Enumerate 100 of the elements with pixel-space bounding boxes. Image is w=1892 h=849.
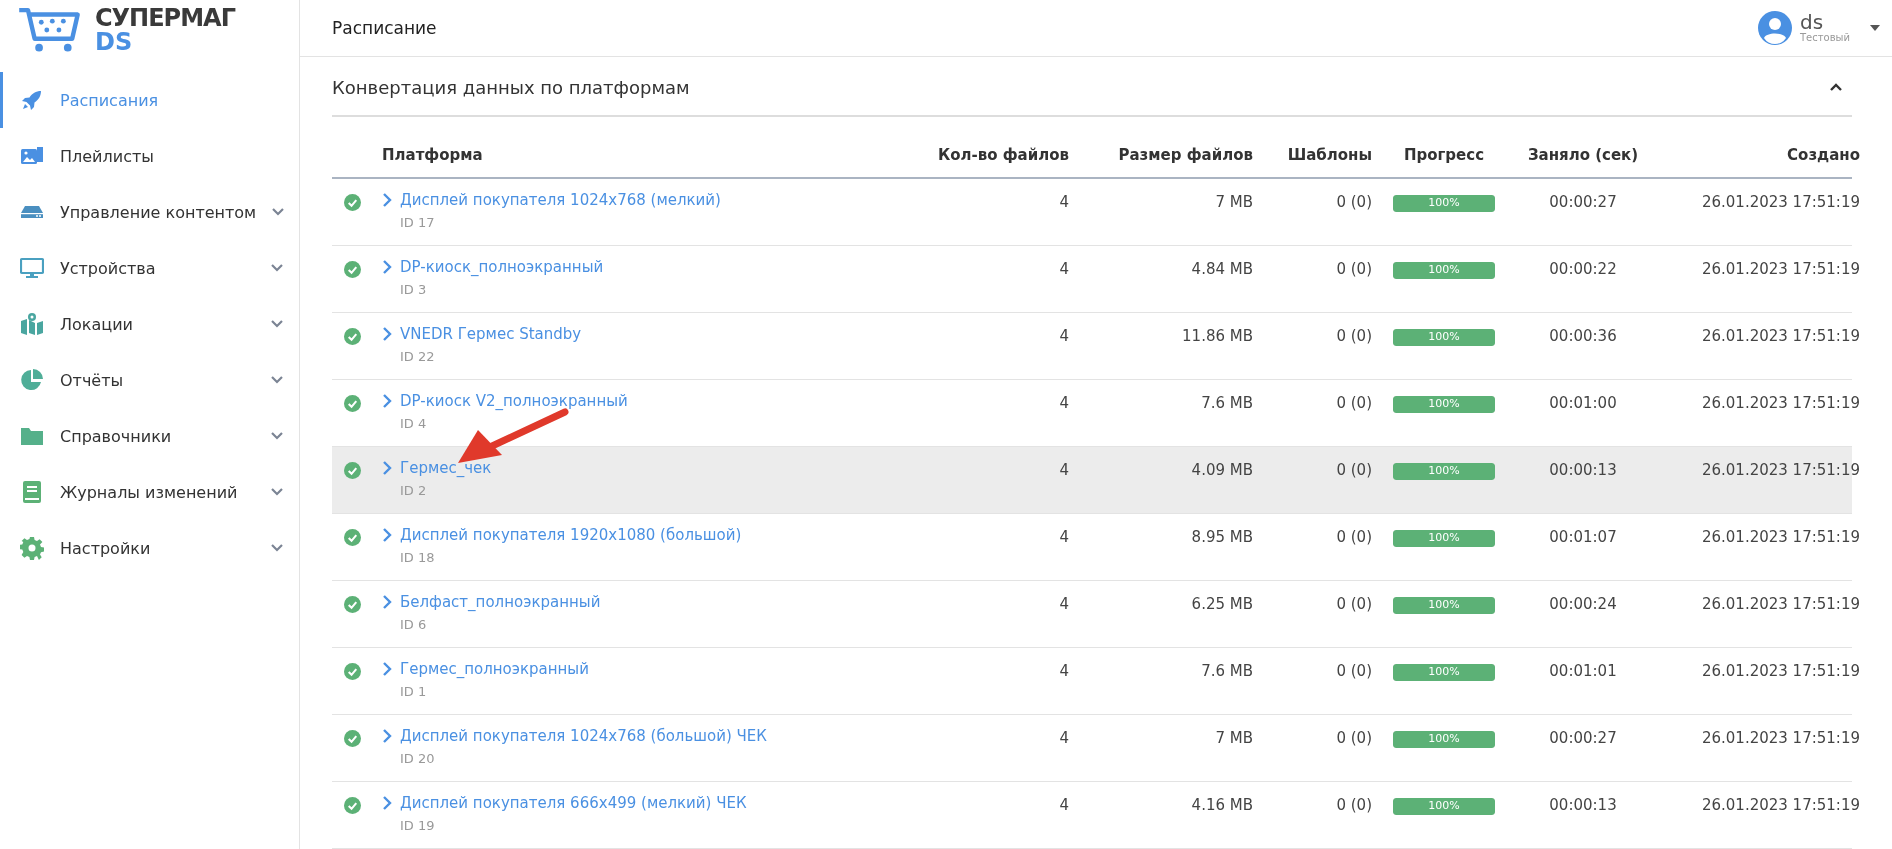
check-circle-icon (344, 797, 361, 814)
page-title: Расписание (332, 18, 438, 38)
chevron-right-icon[interactable] (382, 193, 392, 207)
progress-label: 100% (1427, 531, 1461, 544)
progress-label: 100% (1427, 799, 1461, 812)
platform-id: ID 6 (399, 617, 428, 632)
sidebar-item[interactable]: Управление контентом (0, 184, 299, 240)
platform-id: ID 18 (399, 550, 436, 565)
chevron-down-icon (271, 432, 283, 440)
table-cell-text: 26.01.2023 17:51:19 (1700, 594, 1860, 613)
table-cell-text: 0 (0) (1335, 393, 1372, 412)
progress-label: 100% (1427, 196, 1461, 209)
chevron-down-icon (271, 544, 283, 552)
sidebar-item[interactable]: Журналы изменений (0, 464, 299, 520)
column-header: Размер файлов (1117, 146, 1253, 164)
sidebar-item[interactable]: Справочники (0, 408, 299, 464)
table-cell-text: 4 (1058, 326, 1069, 345)
progress-label: 100% (1427, 665, 1461, 678)
progress-label: 100% (1427, 598, 1461, 611)
user-role: Тестовый (1800, 33, 1850, 44)
table-cell-text: 4 (1058, 795, 1069, 814)
table-cell-text: 26.01.2023 17:51:19 (1700, 326, 1860, 345)
check-circle-icon (344, 328, 361, 345)
table-cell-text: 4 (1058, 661, 1069, 680)
progress-label: 100% (1427, 464, 1461, 477)
table-cell-text: 26.01.2023 17:51:19 (1700, 393, 1860, 412)
table-cell-text: 4 (1058, 594, 1069, 613)
platform-id: ID 19 (399, 818, 436, 833)
rocket-icon (20, 88, 44, 112)
chevron-right-icon[interactable] (382, 528, 392, 542)
caret-down-icon (1870, 25, 1880, 31)
platform-id: ID 4 (399, 416, 428, 431)
sidebar-item[interactable]: Устройства (0, 240, 299, 296)
chevron-down-icon (271, 264, 283, 272)
monitor-icon (20, 256, 44, 280)
table-cell-text: 00:00:27 (1548, 728, 1618, 747)
chevron-right-icon[interactable] (382, 260, 392, 274)
chevron-down-icon (271, 488, 283, 496)
logo-text: СУПЕРМАГ (95, 6, 235, 30)
progress-label: 100% (1427, 263, 1461, 276)
chevron-right-icon[interactable] (382, 461, 392, 475)
book-icon (20, 480, 44, 504)
logo-text: DS (95, 30, 134, 54)
sidebar-item[interactable]: Плейлисты (0, 128, 299, 184)
progress-label: 100% (1427, 330, 1461, 343)
platform-id: ID 3 (399, 282, 428, 297)
sidebar-item[interactable]: Настройки (0, 520, 299, 576)
platform-id: ID 1 (399, 684, 428, 699)
table-cell-text: 26.01.2023 17:51:19 (1700, 460, 1860, 479)
progress-label: 100% (1427, 397, 1461, 410)
table-cell-text: 26.01.2023 17:51:19 (1700, 527, 1860, 546)
table-cell-text: 7 MB (1214, 192, 1253, 211)
check-circle-icon (344, 462, 361, 479)
table-cell-text: 0 (0) (1335, 259, 1372, 278)
table-cell-text: 8.95 MB (1190, 527, 1253, 546)
cart-logo-icon (17, 6, 81, 54)
chevron-right-icon[interactable] (382, 327, 392, 341)
table-cell-text: 00:00:36 (1548, 326, 1618, 345)
table-cell-text: 26.01.2023 17:51:19 (1700, 192, 1860, 211)
table-cell-text: 0 (0) (1335, 460, 1372, 479)
check-circle-icon (344, 261, 361, 278)
column-header: Платформа (382, 146, 484, 164)
chevron-right-icon[interactable] (382, 796, 392, 810)
table-cell-text: 00:01:07 (1548, 527, 1618, 546)
column-header: Шаблоны (1286, 146, 1372, 164)
table-cell-text: 4.16 MB (1190, 795, 1253, 814)
table-cell-text: 4 (1058, 192, 1069, 211)
user-name: ds (1800, 12, 1824, 34)
table-cell-text: 4 (1058, 259, 1069, 278)
table-cell-text: 7.6 MB (1200, 661, 1253, 680)
chevron-right-icon[interactable] (382, 729, 392, 743)
sidebar-item[interactable]: Отчёты (0, 352, 299, 408)
chevron-down-icon (271, 376, 283, 384)
table-cell-text: 4.09 MB (1190, 460, 1253, 479)
chevron-right-icon[interactable] (382, 394, 392, 408)
table-cell-text: 00:01:01 (1548, 661, 1618, 680)
table-cell-text: 4.84 MB (1190, 259, 1253, 278)
chevron-up-icon[interactable] (1830, 83, 1842, 91)
check-circle-icon (344, 529, 361, 546)
column-header: Прогресс (1402, 146, 1486, 164)
table-cell-text: 0 (0) (1335, 594, 1372, 613)
sidebar-item[interactable]: Локации (0, 296, 299, 352)
table-cell-text: 7 MB (1214, 728, 1253, 747)
chevron-right-icon[interactable] (382, 662, 392, 676)
chevron-right-icon[interactable] (382, 595, 392, 609)
table-cell-text: 0 (0) (1335, 527, 1372, 546)
settings-icon (20, 536, 44, 560)
check-circle-icon (344, 194, 361, 211)
table-cell-text: 4 (1058, 460, 1069, 479)
user-menu[interactable]: ds Тестовый (1758, 11, 1880, 45)
column-header: Кол-во файлов (936, 146, 1069, 164)
table-cell-text: 00:00:24 (1548, 594, 1618, 613)
check-circle-icon (344, 395, 361, 412)
check-circle-icon (344, 663, 361, 680)
platform-id: ID 22 (399, 349, 436, 364)
table-cell-text: 26.01.2023 17:51:19 (1700, 661, 1860, 680)
chevron-down-icon (272, 208, 285, 216)
table-cell-text: 0 (0) (1335, 192, 1372, 211)
table-cell-text: 4 (1058, 728, 1069, 747)
column-header: Заняло (сек) (1526, 146, 1640, 164)
